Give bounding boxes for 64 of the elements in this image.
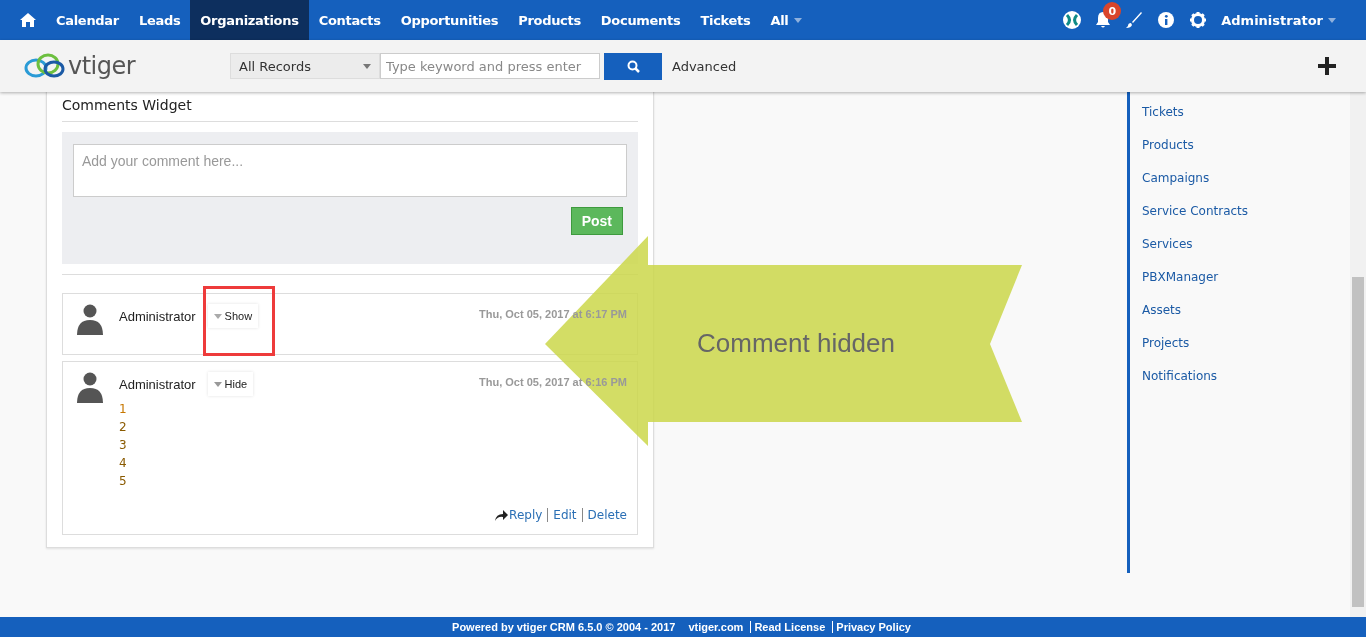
nav-tab[interactable]: Leads: [128, 0, 191, 40]
logo-text: vtiger: [68, 52, 136, 80]
comment-action-link[interactable]: Delete: [581, 508, 627, 522]
related-link[interactable]: Projects: [1130, 327, 1350, 360]
nav-tab[interactable]: Opportunities: [390, 0, 509, 40]
caret-icon: [213, 313, 222, 319]
user-avatar-icon: [77, 372, 103, 403]
scrollbar[interactable]: [1350, 92, 1366, 617]
toggle-button[interactable]: Hide: [207, 372, 254, 396]
related-link[interactable]: PBXManager: [1130, 261, 1350, 294]
brush-icon[interactable]: [1125, 11, 1144, 29]
comment-author: Administrator: [119, 309, 196, 324]
related-link[interactable]: Notifications: [1130, 360, 1350, 393]
comment-author: Administrator: [119, 377, 196, 392]
footer-text: Powered by vtiger CRM 6.5.0 © 2004 - 2017: [452, 621, 676, 633]
related-link[interactable]: Campaigns: [1130, 162, 1350, 195]
comment-action-link[interactable]: Edit: [547, 508, 582, 522]
search-button[interactable]: [604, 52, 662, 80]
comment-time: Thu, Oct 05, 2017 at 6:16 PM: [479, 376, 627, 388]
comment-line: 4: [119, 455, 128, 472]
comment-input[interactable]: Add your comment here...: [73, 144, 627, 197]
nav-tab[interactable]: Calendar: [46, 0, 129, 40]
highlight-frame: [203, 286, 275, 356]
info-icon[interactable]: [1157, 11, 1176, 29]
home-icon[interactable]: [19, 11, 37, 29]
search-icon: [626, 59, 640, 73]
nav-tab[interactable]: Products: [508, 0, 591, 40]
comment-line: 2: [119, 419, 128, 436]
caret-icon: [1328, 17, 1336, 23]
related-link[interactable]: Service Contracts: [1130, 195, 1350, 228]
widget-title: Comments Widget: [62, 89, 638, 122]
nav-tab[interactable]: Documents: [590, 0, 691, 40]
scope-dropdown[interactable]: All Records: [230, 53, 380, 79]
caret-icon: [793, 17, 802, 23]
comment-line: 5: [119, 473, 128, 490]
reply-icon: [495, 509, 509, 521]
comment-line: 3: [119, 437, 128, 454]
app-logo-icon[interactable]: [1063, 11, 1082, 29]
caret-icon: [213, 381, 222, 387]
related-link[interactable]: Tickets: [1130, 96, 1350, 129]
footer-link[interactable]: Read License: [750, 621, 829, 633]
related-link[interactable]: Assets: [1130, 294, 1350, 327]
nav-tab[interactable]: Tickets: [690, 0, 761, 40]
footer-link[interactable]: vtiger.com: [685, 621, 747, 633]
add-icon[interactable]: [1318, 57, 1336, 75]
toggle-button[interactable]: Show: [207, 304, 259, 328]
related-link[interactable]: Products: [1130, 129, 1350, 162]
comment-time: Thu, Oct 05, 2017 at 6:17 PM: [479, 308, 627, 320]
caret-icon: [363, 63, 371, 69]
comment-action-link[interactable]: Reply: [490, 508, 548, 522]
search-field[interactable]: Type keyword and press enter: [380, 53, 600, 79]
user-menu[interactable]: Administrator: [1221, 12, 1336, 28]
user-avatar-icon: [77, 304, 103, 335]
nav-tab[interactable]: All: [760, 0, 812, 40]
cloud-logo-icon: [24, 52, 66, 80]
related-link[interactable]: Services: [1130, 228, 1350, 261]
notification-badge: 0: [1103, 2, 1122, 20]
comment-line: 1: [119, 401, 128, 418]
footer-link[interactable]: Privacy Policy: [832, 621, 914, 633]
nav-tab[interactable]: Contacts: [308, 0, 391, 40]
settings-icon[interactable]: [1189, 11, 1208, 29]
callout-label: Comment hidden: [697, 328, 895, 359]
advanced-search-link[interactable]: Advanced: [672, 58, 737, 74]
nav-tab[interactable]: Organizations: [190, 0, 309, 40]
